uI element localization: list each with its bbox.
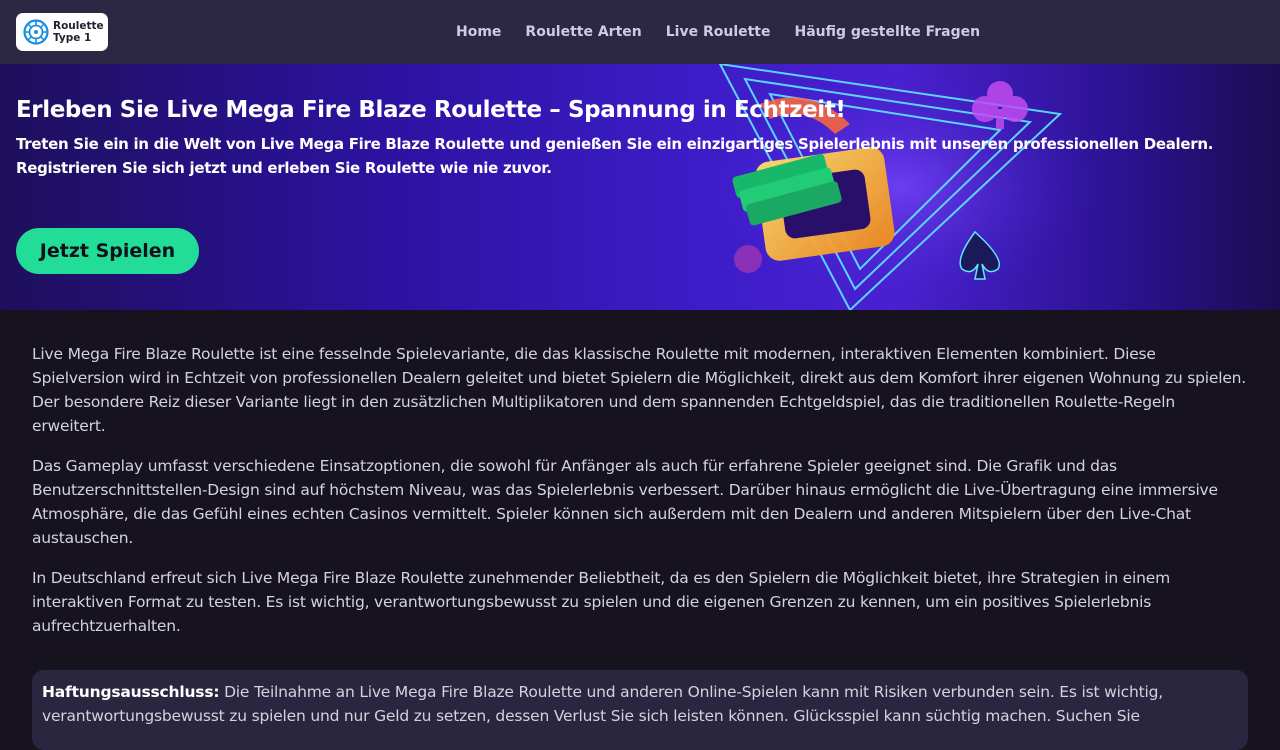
disclaimer-box: Haftungsausschluss: Die Teilnahme an Liv…: [32, 670, 1248, 750]
paragraph-gameplay: Das Gameplay umfasst verschiedene Einsat…: [32, 457, 1218, 547]
play-now-button[interactable]: Jetzt Spielen: [16, 228, 199, 274]
hero-subtitle: Treten Sie ein in die Welt von Live Mega…: [16, 135, 1214, 177]
hero-banner: Erleben Sie Live Mega Fire Blaze Roulett…: [0, 64, 1280, 310]
site-header: Roulette Type 1 Home Roulette Arten Live…: [0, 0, 1280, 64]
nav-live-roulette[interactable]: Live Roulette: [666, 24, 771, 40]
nav-home[interactable]: Home: [456, 24, 501, 40]
logo-line1: Roulette: [53, 20, 104, 32]
site-logo[interactable]: Roulette Type 1: [16, 13, 108, 51]
roulette-wheel-icon: [23, 19, 49, 45]
hero-title: Erleben Sie Live Mega Fire Blaze Roulett…: [16, 97, 846, 123]
logo-line2: Type 1: [53, 32, 92, 44]
nav-faq[interactable]: Häufig gestellte Fragen: [795, 24, 981, 40]
paragraph-germany: In Deutschland erfreut sich Live Mega Fi…: [32, 569, 1170, 635]
disclaimer-label: Haftungsausschluss:: [42, 683, 220, 701]
nav-roulette-arten[interactable]: Roulette Arten: [525, 24, 641, 40]
main-nav: Home Roulette Arten Live Roulette Häufig…: [456, 0, 980, 64]
paragraph-intro: Live Mega Fire Blaze Roulette ist eine f…: [32, 345, 1247, 435]
main-content: Live Mega Fire Blaze Roulette ist eine f…: [32, 342, 1248, 654]
logo-text: Roulette Type 1: [53, 20, 104, 44]
